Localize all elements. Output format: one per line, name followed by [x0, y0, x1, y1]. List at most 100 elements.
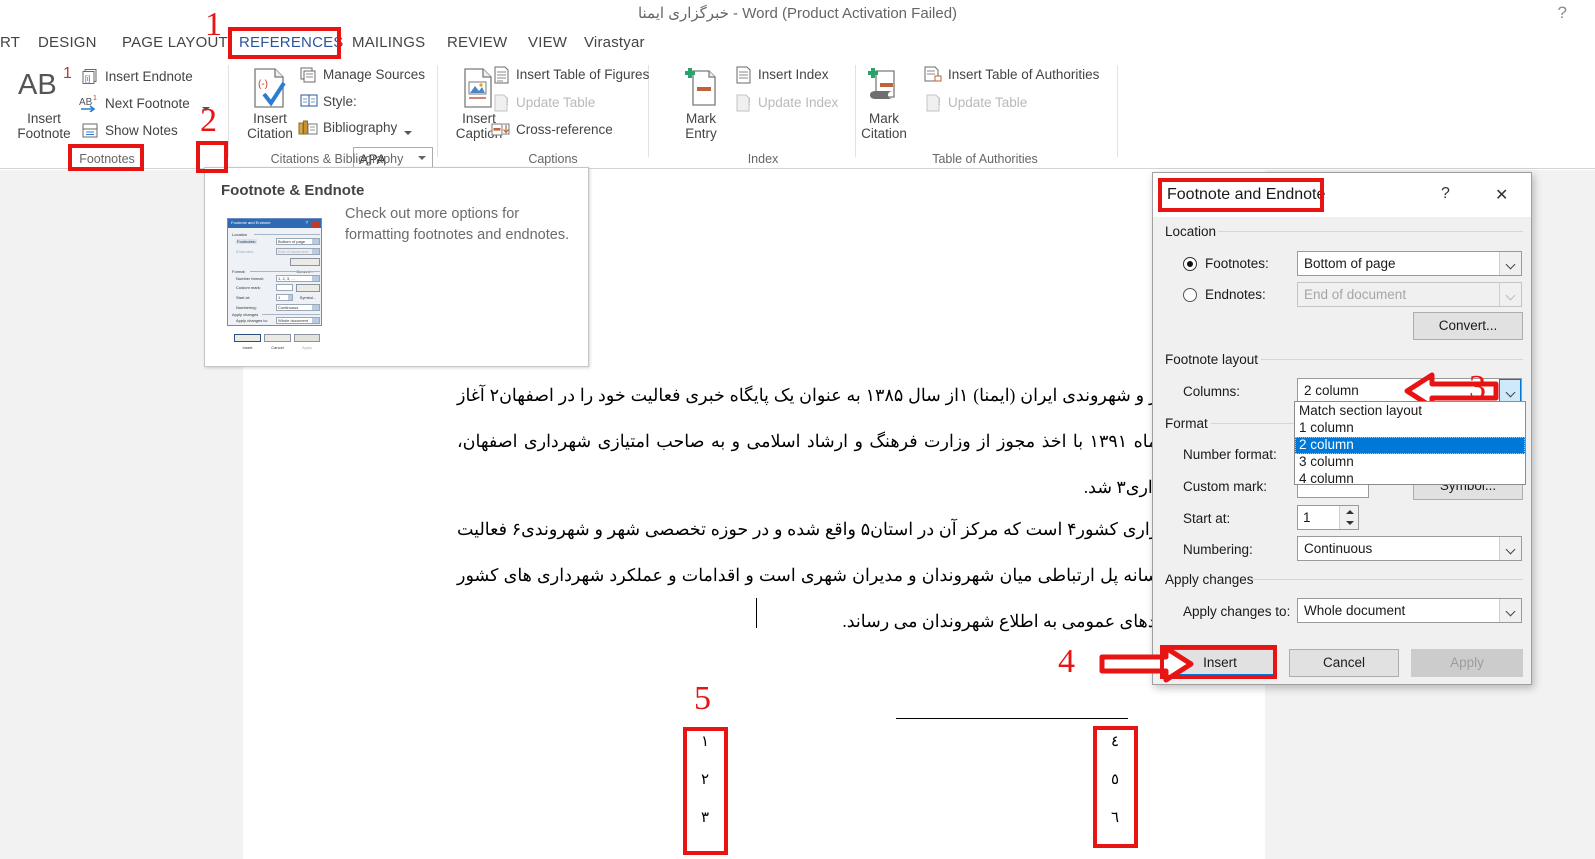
- insert-button[interactable]: Insert: [1165, 648, 1275, 676]
- svg-text:!: !: [748, 96, 751, 108]
- mark-citation-label-1: Mark: [869, 111, 899, 126]
- style-label: Style:: [300, 94, 357, 109]
- thumbnail-endnotes-label: Endnotes:: [236, 249, 255, 254]
- insert-index-icon: [734, 65, 754, 88]
- svg-text:!: !: [938, 96, 941, 108]
- update-table-captions-button[interactable]: ! Update Table: [494, 94, 595, 112]
- thumbnail-cancel-label: Cancel: [271, 345, 284, 350]
- columns-option-1-column[interactable]: 1 column: [1295, 420, 1525, 437]
- cross-reference-icon: [490, 120, 512, 143]
- endnotes-label: Endnotes:: [1205, 287, 1266, 302]
- numbering-label: Numbering:: [1183, 542, 1253, 557]
- svg-text:!: !: [506, 96, 509, 108]
- update-index-button[interactable]: ! Update Index: [736, 94, 838, 112]
- footnotes-radio[interactable]: [1183, 257, 1197, 271]
- chevron-down-icon[interactable]: [1499, 252, 1521, 275]
- chevron-down-icon[interactable]: [1499, 599, 1521, 622]
- group-label-citations: Citations & Bibliography: [270, 152, 404, 166]
- location-section-label: Location: [1165, 224, 1217, 239]
- insert-footnote-button[interactable]: AB 1 Insert Footnote: [8, 65, 80, 141]
- tab-design[interactable]: DESIGN: [38, 34, 97, 51]
- group-divider: [228, 65, 229, 157]
- thumbnail-location-label: Location: [232, 232, 248, 237]
- numbering-combo[interactable]: Continuous: [1297, 536, 1522, 561]
- annotation-number-1: 1: [205, 6, 222, 43]
- endnotes-radio[interactable]: [1183, 288, 1197, 302]
- columns-option-match-section-layout[interactable]: Match section layout: [1295, 403, 1525, 420]
- annotation-number-5: 5: [694, 680, 711, 717]
- mark-entry-label-1: Mark: [686, 111, 716, 126]
- thumbnail-numbering-combo: Continuous: [276, 304, 320, 311]
- number-format-label: Number format:: [1183, 447, 1277, 462]
- text-caret: [756, 598, 757, 628]
- thumbnail-numbering-label: Numbering:: [236, 305, 257, 310]
- bibliography-icon: [297, 118, 319, 141]
- insert-citation-button[interactable]: (-) Insert Citation: [234, 67, 306, 141]
- thumbnail-footnotes-label: Footnotes:: [236, 239, 257, 244]
- tab-review[interactable]: REVIEW: [447, 34, 507, 51]
- start-at-stepper[interactable]: 1: [1297, 505, 1359, 530]
- footnotes-location-combo[interactable]: Bottom of page: [1297, 251, 1522, 276]
- style-icon: [299, 92, 319, 113]
- ribbon-tab-strip: RT DESIGN PAGE LAYOUT REFERENCES MAILING…: [0, 30, 1595, 59]
- stepper-buttons[interactable]: [1339, 506, 1358, 529]
- insert-index-button[interactable]: Insert Index: [736, 66, 829, 84]
- cross-reference-button[interactable]: Cross-reference: [491, 122, 613, 137]
- insert-endnote-label: Insert Endnote: [105, 69, 193, 84]
- chevron-down-icon: [312, 239, 319, 244]
- stepper-down-icon[interactable]: [1340, 518, 1359, 529]
- thumbnail-rule: [254, 234, 320, 235]
- dialog-close-icon[interactable]: ✕: [1495, 185, 1508, 205]
- mark-entry-button[interactable]: Mark Entry: [665, 67, 737, 141]
- footnote-layout-section-label: Footnote layout: [1165, 352, 1259, 367]
- columns-option-3-column[interactable]: 3 column: [1295, 454, 1525, 471]
- help-icon[interactable]: ?: [1558, 3, 1567, 23]
- chevron-down-icon: [312, 318, 319, 323]
- insert-endnote-button[interactable]: [i] Insert Endnote: [82, 69, 193, 84]
- thumbnail-title: Footnote and Endnote: [231, 220, 271, 225]
- section-rule: [1218, 231, 1523, 232]
- show-notes-button[interactable]: Show Notes: [82, 123, 178, 138]
- next-footnote-button[interactable]: AB 1 Next Footnote: [79, 95, 190, 113]
- columns-option-2-column[interactable]: 2 column: [1295, 437, 1525, 454]
- cancel-button[interactable]: Cancel: [1289, 649, 1399, 677]
- manage-sources-button[interactable]: Manage Sources: [300, 67, 425, 83]
- insert-table-of-figures-button[interactable]: Insert Table of Figures: [494, 66, 649, 84]
- apply-changes-to-label: Apply changes to:: [1183, 604, 1291, 619]
- tooltip-body: Check out more options for formatting fo…: [345, 206, 570, 243]
- endnotes-location-combo: End of document: [1297, 282, 1522, 307]
- thumbnail-title-bar: Footnote and Endnote ?: [228, 219, 321, 228]
- columns-option-4-column[interactable]: 4 column: [1295, 471, 1525, 488]
- tab-view[interactable]: VIEW: [528, 34, 567, 51]
- insert-table-of-figures-icon: [492, 65, 512, 88]
- bibliography-button[interactable]: Bibliography: [298, 120, 397, 135]
- start-at-label: Start at:: [1183, 511, 1231, 526]
- annotation-number-4: 4: [1058, 643, 1075, 680]
- columns-combo[interactable]: 2 column: [1297, 378, 1522, 403]
- stepper-up-icon[interactable]: [1340, 506, 1359, 517]
- tab-insert[interactable]: RT: [0, 34, 20, 51]
- chevron-down-icon[interactable]: [1499, 537, 1521, 560]
- tab-references[interactable]: REFERENCES: [239, 34, 344, 51]
- dialog-help-icon[interactable]: ?: [1441, 185, 1450, 203]
- tooltip-thumbnail-dialog: Footnote and Endnote ? Location Footnote…: [227, 218, 322, 350]
- columns-dropdown-list[interactable]: Match section layout 1 column 2 column 3…: [1294, 401, 1526, 488]
- tab-virastyar[interactable]: Virastyar: [584, 34, 645, 51]
- tab-mailings[interactable]: MAILINGS: [352, 34, 425, 51]
- footnotes-label: Footnotes:: [1205, 256, 1269, 271]
- next-footnote-icon: AB 1: [79, 94, 101, 115]
- update-table-authorities-button[interactable]: ! Update Table: [926, 94, 1027, 112]
- convert-button[interactable]: Convert...: [1413, 312, 1523, 340]
- mark-citation-button[interactable]: Mark Citation: [848, 67, 920, 141]
- chevron-down-icon[interactable]: [1499, 379, 1521, 402]
- thumbnail-number-format-value: 1, 2, 3, ...: [278, 276, 295, 281]
- bibliography-dropdown-arrow[interactable]: [404, 123, 412, 138]
- dialog-title-bar: Footnote and Endnote ? ✕: [1153, 173, 1531, 217]
- insert-table-of-authorities-button[interactable]: Insert Table of Authorities: [924, 66, 1099, 82]
- apply-changes-to-combo[interactable]: Whole document: [1297, 598, 1522, 623]
- footnote-number: ۱: [700, 734, 710, 750]
- thumbnail-start-at-spin: 1: [276, 294, 293, 301]
- next-footnote-label: Next Footnote: [105, 96, 190, 111]
- svg-text:(-): (-): [258, 79, 268, 90]
- apply-button[interactable]: Apply: [1411, 649, 1523, 677]
